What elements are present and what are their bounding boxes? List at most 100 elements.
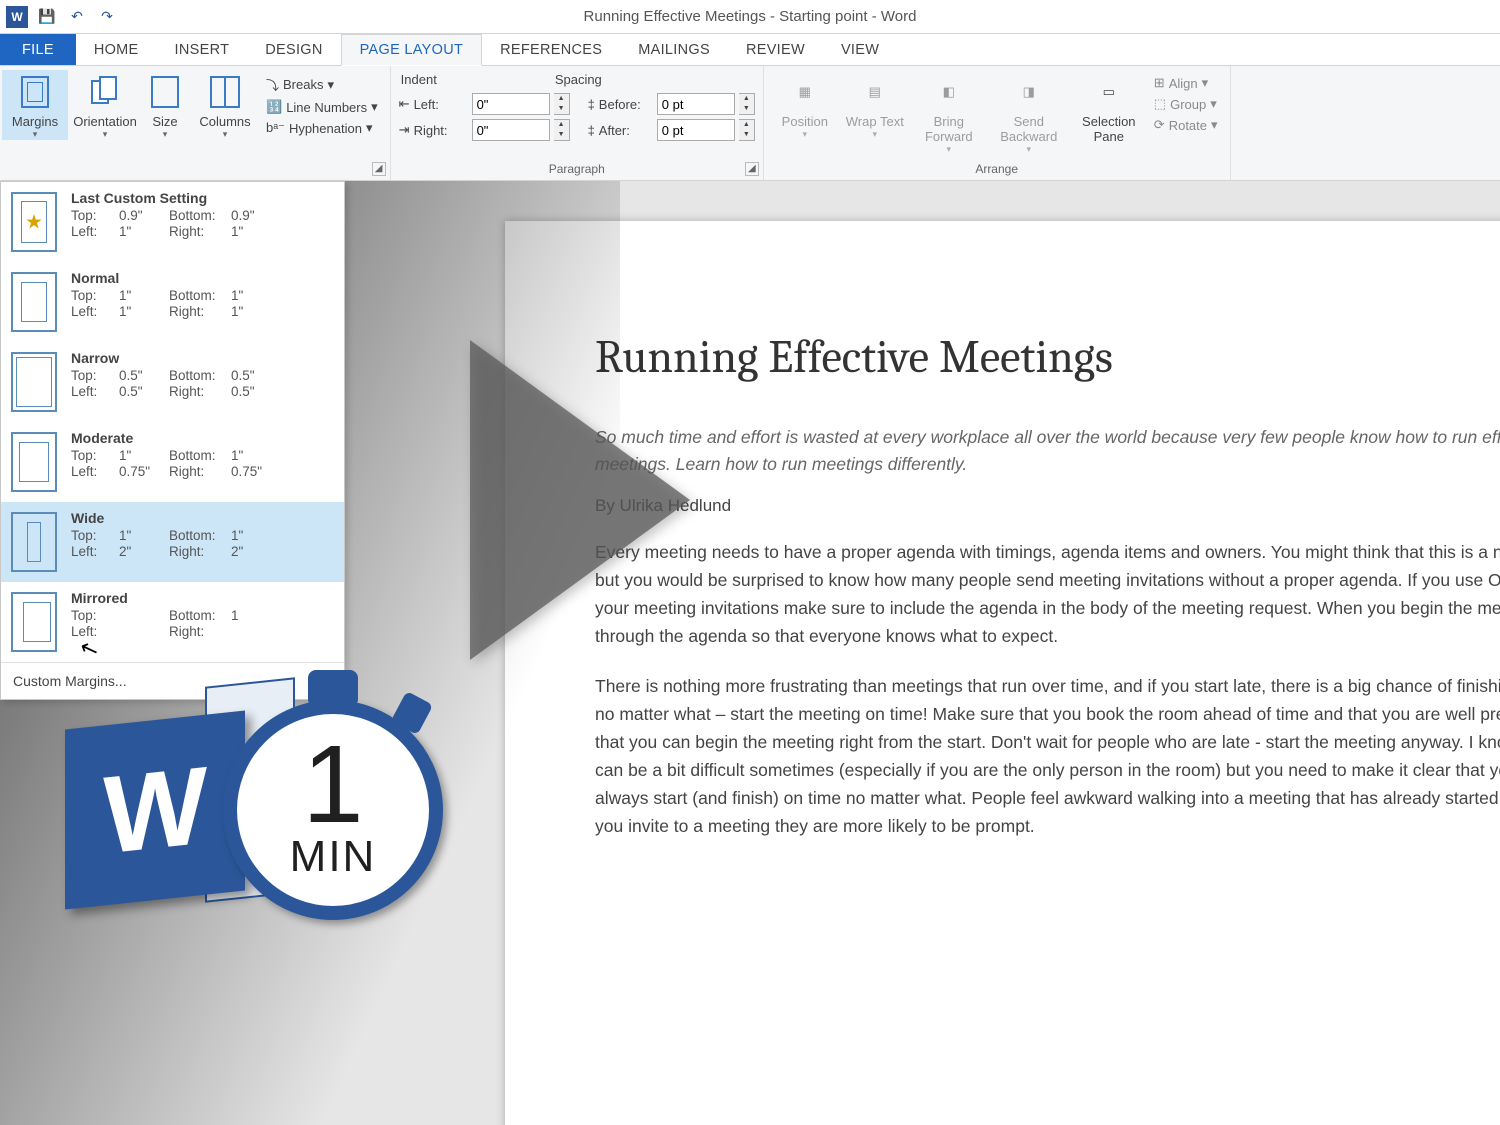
margin-preset-name: Wide <box>71 510 334 526</box>
doc-byline: By Ulrika Hedlund <box>595 496 1500 516</box>
spacing-after-input[interactable] <box>657 119 735 141</box>
tab-home[interactable]: HOME <box>76 34 157 65</box>
indent-left-input[interactable] <box>472 93 550 115</box>
group-button[interactable]: ⬚ Group ▾ <box>1150 95 1222 113</box>
margins-dropdown: Last Custom Setting Top:0.9"Bottom:0.9"Le… <box>0 181 345 700</box>
margins-option-mirrored[interactable]: MirroredTop:Bottom:1Left:Right: <box>1 582 344 662</box>
doc-title: Running Effective Meetings <box>595 331 1500 384</box>
margin-preset-values: Top:1"Bottom:1"Left:2"Right:2" <box>71 528 334 559</box>
orientation-label: Orientation <box>73 114 137 129</box>
save-icon[interactable]: 💾 <box>36 6 58 28</box>
margins-option-last-custom-setting[interactable]: Last Custom Setting Top:0.9"Bottom:0.9"Le… <box>1 182 344 262</box>
margins-label: Margins <box>12 114 58 129</box>
wrap-text-label: Wrap Text <box>846 114 904 129</box>
spacing-after-icon: ‡ <box>588 123 595 138</box>
margin-preset-name: Last Custom Setting <box>71 190 334 206</box>
redo-icon[interactable]: ↷ <box>96 6 118 28</box>
line-numbers-button[interactable]: 🔢Line Numbers▾ <box>262 98 382 116</box>
indent-left-icon: ⇤ <box>399 96 410 112</box>
wrap-text-button[interactable]: ▤ Wrap Text▾ <box>842 70 908 140</box>
group-obj-label: Group <box>1170 97 1206 112</box>
tab-review[interactable]: REVIEW <box>728 34 823 65</box>
selection-pane-button[interactable]: ▭ Selection Pane <box>1072 70 1146 144</box>
tab-page-layout[interactable]: PAGE LAYOUT <box>341 34 482 66</box>
spinner[interactable]: ▲▼ <box>554 119 570 141</box>
spacing-before-input[interactable] <box>657 93 735 115</box>
chevron-down-icon: ▾ <box>1211 117 1218 133</box>
position-label: Position <box>782 114 828 129</box>
align-button[interactable]: ⊞Align▾ <box>1150 74 1222 92</box>
margin-preset-thumb-icon <box>11 272 57 332</box>
position-icon: ▦ <box>787 74 823 110</box>
position-button[interactable]: ▦ Position▾ <box>772 70 838 140</box>
badge-number: 1 <box>302 738 363 832</box>
columns-label: Columns <box>199 114 250 129</box>
group-icon: ⬚ <box>1154 96 1166 112</box>
margin-preset-values: Top:0.9"Bottom:0.9"Left:1"Right:1" <box>71 208 334 239</box>
tab-insert[interactable]: INSERT <box>157 34 248 65</box>
margins-button[interactable]: Margins ▾ <box>2 70 68 140</box>
columns-button[interactable]: Columns ▾ <box>192 70 258 140</box>
margins-option-moderate[interactable]: Moderate Top:1"Bottom:1"Left:0.75"Right:0… <box>1 422 344 502</box>
chevron-down-icon: ▾ <box>103 129 108 140</box>
tab-view[interactable]: VIEW <box>823 34 897 65</box>
selection-pane-label: Selection Pane <box>1072 114 1146 144</box>
arrange-group-label: Arrange <box>772 162 1222 178</box>
undo-icon[interactable]: ↶ <box>66 6 88 28</box>
wrap-text-icon: ▤ <box>857 74 893 110</box>
margins-option-wide[interactable]: Wide Top:1"Bottom:1"Left:2"Right:2" <box>1 502 344 582</box>
margin-preset-name: Mirrored <box>71 590 334 606</box>
margin-preset-values: Top:0.5"Bottom:0.5"Left:0.5"Right:0.5" <box>71 368 334 399</box>
size-button[interactable]: Size ▾ <box>142 70 188 140</box>
doc-para-1: Every meeting needs to have a proper age… <box>595 538 1500 650</box>
margin-preset-name: Moderate <box>71 430 334 446</box>
title-bar: W 💾 ↶ ↷ Running Effective Meetings - Sta… <box>0 0 1500 34</box>
margin-preset-thumb-icon <box>11 192 57 252</box>
indent-header: Indent <box>399 70 437 91</box>
line-numbers-label: Line Numbers <box>286 100 367 115</box>
indent-right-input[interactable] <box>472 119 550 141</box>
chevron-down-icon: ▾ <box>803 129 808 140</box>
rotate-icon: ⟳ <box>1154 117 1165 133</box>
group-paragraph: Indent Spacing ⇤ Left: ▲▼ ⇥ Right: ▲▼ <box>391 66 764 180</box>
spacing-header: Spacing <box>553 70 602 91</box>
play-icon[interactable] <box>470 340 690 660</box>
hyphenation-button[interactable]: bᵃ⁻Hyphenation▾ <box>262 119 382 137</box>
orientation-button[interactable]: Orientation ▾ <box>72 70 138 140</box>
spacing-before-label: Before: <box>599 97 653 112</box>
hyphenation-icon: bᵃ⁻ <box>266 120 285 136</box>
tab-references[interactable]: REFERENCES <box>482 34 620 65</box>
bring-forward-label: Bring Forward <box>912 114 986 144</box>
size-icon <box>147 74 183 110</box>
margin-preset-name: Normal <box>71 270 334 286</box>
tab-mailings[interactable]: MAILINGS <box>620 34 728 65</box>
spacing-after-row: ‡ After: ▲▼ <box>588 119 755 141</box>
spinner[interactable]: ▲▼ <box>739 119 755 141</box>
margin-preset-thumb-icon <box>11 352 57 412</box>
spacing-before-icon: ‡ <box>588 97 595 112</box>
chevron-down-icon: ▾ <box>1210 96 1217 112</box>
margins-option-narrow[interactable]: NarrowTop:0.5"Bottom:0.5"Left:0.5"Right:… <box>1 342 344 422</box>
margins-option-normal[interactable]: Normal Top:1"Bottom:1"Left:1"Right:1" <box>1 262 344 342</box>
hyphenation-label: Hyphenation <box>289 121 362 136</box>
margin-preset-values: Top:1"Bottom:1"Left:0.75"Right:0.75" <box>71 448 334 479</box>
indent-right-icon: ⇥ <box>399 122 410 138</box>
paragraph-group-label: Paragraph <box>399 162 755 178</box>
indent-left-label: Left: <box>414 97 468 112</box>
spacing-before-row: ‡ Before: ▲▼ <box>588 93 755 115</box>
align-label: Align <box>1169 76 1198 91</box>
margin-preset-values: Top:1"Bottom:1"Left:1"Right:1" <box>71 288 334 319</box>
indent-right-label: Right: <box>414 123 468 138</box>
chevron-down-icon: ▾ <box>1027 144 1032 155</box>
rotate-button[interactable]: ⟳Rotate▾ <box>1150 116 1222 134</box>
size-label: Size <box>152 114 177 129</box>
tab-design[interactable]: DESIGN <box>247 34 340 65</box>
send-backward-button[interactable]: ◨ Send Backward▾ <box>990 70 1068 155</box>
spinner[interactable]: ▲▼ <box>739 93 755 115</box>
page-setup-dialog-launcher[interactable]: ◢ <box>372 162 386 176</box>
tab-file[interactable]: FILE <box>0 34 76 65</box>
breaks-button[interactable]: ⤵Breaks▾ <box>262 74 382 95</box>
paragraph-dialog-launcher[interactable]: ◢ <box>745 162 759 176</box>
spinner[interactable]: ▲▼ <box>554 93 570 115</box>
bring-forward-button[interactable]: ◧ Bring Forward▾ <box>912 70 986 155</box>
